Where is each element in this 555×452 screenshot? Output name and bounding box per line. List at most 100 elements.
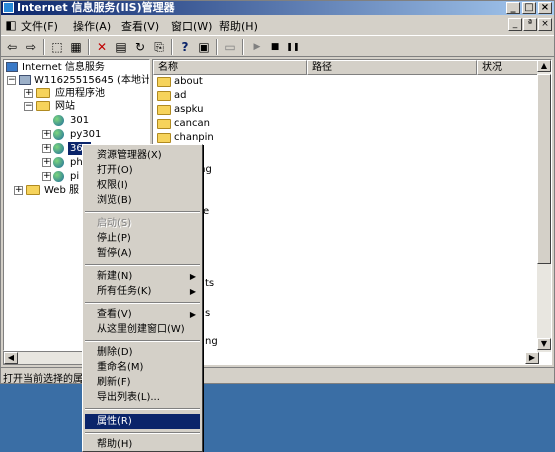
toolbar-separator (242, 39, 244, 55)
menu-item-view[interactable]: 查看(V) ▶ (85, 307, 200, 322)
menu-item-browse[interactable]: 浏览(B) (85, 193, 200, 208)
folder-icon (36, 88, 50, 98)
pause-icon[interactable]: ❚❚ (285, 39, 301, 55)
folder-icon (157, 77, 171, 87)
menu-item-new[interactable]: 新建(N) ▶ (85, 269, 200, 284)
play-icon[interactable]: ▶ (249, 39, 265, 55)
scroll-left-button[interactable]: ◀ (4, 352, 18, 364)
menu-bar: ◧ 文件(F) 操作(A) 查看(V) 窗口(W) 帮助(H) _ ª × (1, 16, 554, 34)
window-title: Internet 信息服务(IIS)管理器 (17, 1, 175, 14)
list-vertical-scrollbar[interactable]: ▲ ▼ (537, 60, 551, 352)
expand-toggle[interactable]: + (42, 172, 51, 181)
folder-icon (26, 185, 40, 195)
menu-item-help[interactable]: 帮助(H) (85, 437, 200, 452)
mmc-console-icon[interactable]: ▣ (196, 39, 212, 55)
expand-toggle[interactable]: + (42, 130, 51, 139)
menu-separator (85, 340, 200, 342)
menu-item-pause[interactable]: 暂停(A) (85, 246, 200, 261)
status-text: 打开当前选择的属 (3, 374, 83, 385)
menu-item-rename[interactable]: 重命名(M) (85, 360, 200, 375)
toolbar-separator (88, 39, 90, 55)
folder-icon (157, 133, 171, 143)
website-globe-icon (53, 171, 64, 182)
minimize-button[interactable]: _ (506, 2, 520, 14)
column-header-path[interactable]: 路径 (307, 60, 477, 75)
website-globe-icon (53, 157, 64, 168)
menu-action[interactable]: 操作(A) (73, 18, 111, 34)
folder-icon (157, 105, 171, 115)
toolbar-separator (43, 39, 45, 55)
scroll-up-button[interactable]: ▲ (537, 60, 551, 72)
menu-item-all-tasks[interactable]: 所有任务(K) ▶ (85, 284, 200, 299)
menu-item-stop[interactable]: 停止(P) (85, 231, 200, 246)
iis-icon (6, 62, 18, 72)
maximize-button[interactable]: □ (522, 2, 536, 14)
expand-toggle[interactable]: + (14, 186, 23, 195)
toolbar: ⇦ ⇨ ⬚ ▦ ✕ ▤ ↻ ⎘ ? ▣ ▭ ▶ ■ ❚❚ (1, 35, 554, 57)
collapse-toggle[interactable]: − (24, 102, 33, 111)
forward-arrow-icon[interactable]: ⇨ (23, 39, 39, 55)
menu-item-properties[interactable]: 属性(R) (85, 414, 200, 429)
submenu-arrow-icon: ▶ (189, 287, 196, 296)
menu-separator (85, 302, 200, 304)
mdi-minimize-button[interactable]: _ (508, 18, 522, 31)
submenu-arrow-icon: ▶ (189, 272, 196, 281)
menu-item-start: 启动(S) (97, 218, 132, 229)
menu-window[interactable]: 窗口(W) (171, 18, 212, 34)
toolbar-separator (171, 39, 173, 55)
delete-icon[interactable]: ✕ (94, 39, 110, 55)
context-menu: 资源管理器(X) 打开(O) 权限(I) 浏览(B) 启动(S) 停止(P) 暂… (82, 144, 203, 452)
properties-icon[interactable]: ▤ (113, 39, 129, 55)
export-list-icon[interactable]: ⎘ (151, 39, 167, 55)
help-icon[interactable]: ? (177, 39, 193, 55)
mmc-icon[interactable]: ◧ (3, 17, 19, 33)
menu-item-export-list[interactable]: 导出列表(L)... (85, 390, 200, 405)
folder-icon (157, 91, 171, 101)
menu-item-permissions[interactable]: 权限(I) (85, 178, 200, 193)
menu-item-new-window-from-here[interactable]: 从这里创建窗口(W) (85, 322, 200, 337)
stop-icon[interactable]: ■ (267, 39, 283, 55)
iis-app-icon (3, 2, 14, 13)
scroll-thumb[interactable] (537, 74, 551, 264)
menu-separator (85, 264, 200, 266)
collapse-toggle[interactable]: − (7, 76, 16, 85)
menu-help[interactable]: 帮助(H) (219, 18, 258, 34)
show-tree-icon[interactable]: ▦ (68, 39, 84, 55)
scroll-right-button[interactable]: ▶ (525, 352, 539, 364)
list-item[interactable]: e (203, 205, 209, 219)
close-button[interactable]: × (538, 2, 552, 14)
menu-item-explore[interactable]: 资源管理器(X) (85, 148, 200, 163)
menu-view[interactable]: 查看(V) (121, 18, 159, 34)
submenu-arrow-icon: ▶ (189, 310, 196, 319)
list-item[interactable]: ts (205, 277, 214, 291)
menu-item-delete[interactable]: 删除(D) (85, 345, 200, 360)
expand-toggle[interactable]: + (24, 89, 33, 98)
up-folder-icon[interactable]: ⬚ (49, 39, 65, 55)
menu-item-refresh[interactable]: 刷新(F) (85, 375, 200, 390)
list-pane[interactable]: 名称 路径 状况 about ad aspku cancan chanpin a… (152, 59, 552, 365)
title-bar[interactable]: Internet 信息服务(IIS)管理器 _ □ × (1, 1, 554, 15)
mdi-restore-button[interactable]: ª (523, 18, 537, 31)
list-item[interactable]: ng (205, 335, 218, 349)
menu-item-open[interactable]: 打开(O) (85, 163, 200, 178)
website-globe-icon (53, 129, 64, 140)
website-globe-icon (53, 143, 64, 154)
website-globe-icon (53, 115, 64, 126)
expand-toggle[interactable]: + (42, 144, 51, 153)
refresh-icon[interactable]: ↻ (132, 39, 148, 55)
list-item[interactable]: s (205, 307, 210, 321)
column-header-name[interactable]: 名称 (153, 60, 307, 75)
computer-icon[interactable]: ▭ (222, 39, 238, 55)
menu-separator (85, 408, 200, 410)
folder-icon (36, 101, 50, 111)
mdi-close-button[interactable]: × (538, 18, 552, 31)
toolbar-separator (216, 39, 218, 55)
folder-icon (157, 119, 171, 129)
menu-file[interactable]: 文件(F) (21, 18, 58, 34)
back-arrow-icon[interactable]: ⇦ (4, 39, 20, 55)
expand-toggle[interactable]: + (42, 158, 51, 167)
column-header-status[interactable]: 状况 (477, 60, 539, 75)
menu-separator (85, 432, 200, 434)
computer-icon (19, 75, 31, 85)
scroll-down-button[interactable]: ▼ (537, 338, 551, 350)
